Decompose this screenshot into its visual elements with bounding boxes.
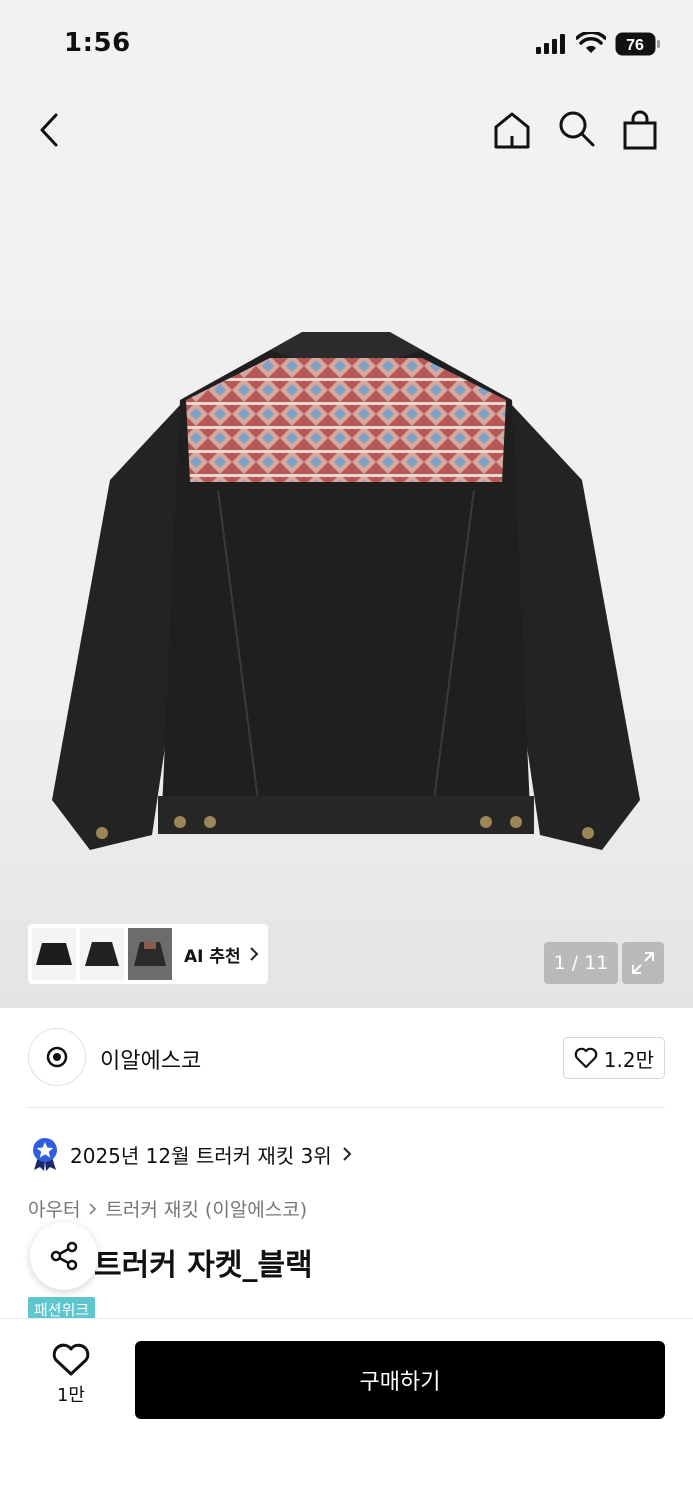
wishlist-count: 1만 [56,1385,85,1406]
brand-name[interactable]: 이알에스코 [100,1043,201,1075]
shopping-bag-icon [623,110,657,150]
signal-icon [536,34,568,58]
brand-like-button[interactable]: 1.2만 [562,1037,665,1079]
heart-icon [52,1343,90,1376]
chevron-right-icon [249,947,259,961]
status-time: 1:56 [64,28,131,58]
ranking-text: 2025년 12월 트러커 재킷 3위 [70,1143,332,1168]
home-icon [494,112,530,149]
bottom-action-bar: 1만 구매하기 [0,1318,693,1500]
breadcrumb-category[interactable]: 아우터 [28,1195,80,1222]
buy-button[interactable]: 구매하기 [135,1341,665,1419]
back-button[interactable] [26,106,74,154]
header-bar [0,100,693,160]
brand-row: 이알에스코 1.2만 [28,1028,665,1086]
share-button[interactable] [30,1222,98,1290]
battery-level: 76 [626,37,644,54]
product-title-text: 트러커 자켓_블랙 [94,1248,313,1283]
breadcrumb: 아우터 트러커 재킷 (이알에스코) [28,1195,307,1222]
expand-icon [632,952,654,974]
divider [28,1107,665,1108]
back-icon [40,113,58,147]
search-button[interactable] [552,104,600,152]
wifi-icon [575,30,607,58]
chevron-right-icon [342,1147,352,1161]
thumbnail[interactable] [128,928,172,980]
ai-recommend-label: AI 추천 [184,946,241,967]
breadcrumb-subcategory[interactable]: 트러커 재킷 (이알에스코) [105,1195,307,1222]
page-indicator: 1 / 11 [544,942,618,984]
ranking-badge-icon [33,1138,57,1171]
search-icon [559,111,595,147]
chevron-right-icon [89,1202,97,1215]
battery-icon: 76 [615,32,661,60]
share-icon [50,1241,78,1271]
brand-like-count: 1.2만 [603,1047,654,1072]
wishlist-button[interactable]: 1만 [36,1343,106,1413]
product-image[interactable] [40,330,652,870]
ai-recommend-strip[interactable]: AI 추천 [28,924,268,984]
status-bar: 1:56 76 [0,0,693,88]
brand-logo[interactable] [28,1028,86,1086]
expand-button[interactable] [622,942,664,984]
cart-button[interactable] [616,106,664,154]
heart-icon [574,1047,598,1069]
ranking-link[interactable]: 2025년 12월 트러커 재킷 3위 [30,1136,352,1172]
thumbnail[interactable] [80,928,124,980]
product-gallery: 1:56 76 AI 추천 1 / 11 [0,0,693,1008]
home-button[interactable] [488,106,536,154]
thumbnail[interactable] [32,928,76,980]
